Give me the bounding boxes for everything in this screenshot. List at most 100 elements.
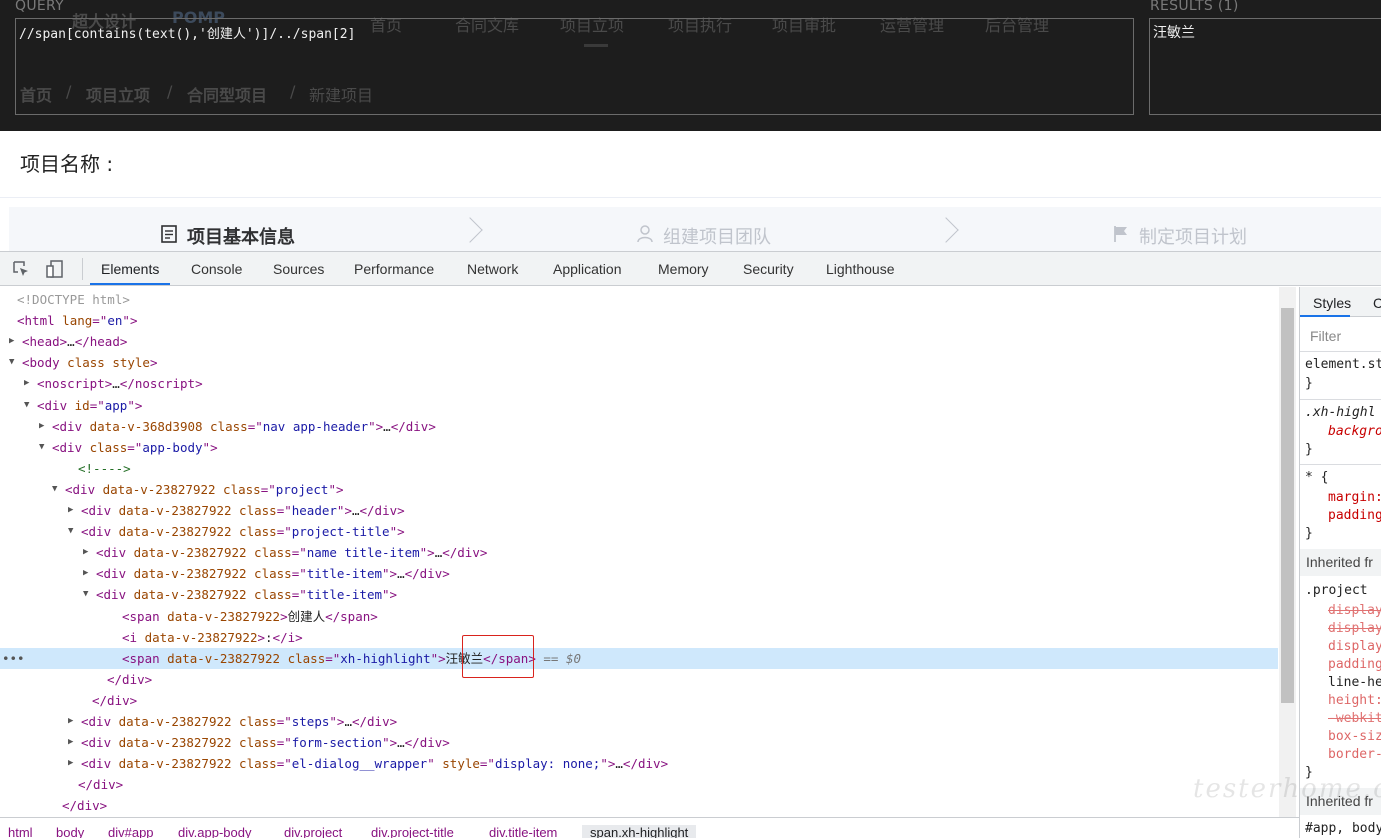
dom-node-text: <div data-v-23827922 class="project-titl… xyxy=(81,524,405,540)
expand-toggle-icon[interactable]: ▶ xyxy=(9,331,21,352)
expand-toggle-icon[interactable]: ▶ xyxy=(83,542,95,563)
dom-node-text: </div> xyxy=(107,671,153,687)
xpath-helper-overlay: 超大设计 POMP 首页 合同文库 项目立项 项目执行 项目审批 运营管理 后台… xyxy=(0,0,1381,131)
dom-node-line[interactable]: </div> xyxy=(0,690,1278,711)
style-property: height: xyxy=(1328,693,1381,708)
tab-performance[interactable]: Performance xyxy=(343,252,445,285)
expand-toggle-icon[interactable]: ▼ xyxy=(9,352,21,373)
dom-node-text: <div data-v-23827922 class="steps">…</di… xyxy=(81,714,398,729)
tab-lighthouse[interactable]: Lighthouse xyxy=(815,252,906,285)
dom-node-line[interactable]: </div> xyxy=(0,795,1278,816)
dom-node-text: <body class style> xyxy=(22,355,158,371)
breadcrumb-item[interactable]: span.xh-highlight xyxy=(582,825,697,838)
breadcrumb-item[interactable]: html xyxy=(8,825,33,838)
dom-node-line[interactable]: ▼ <body class style> xyxy=(0,352,1278,373)
expand-toggle-icon[interactable]: ▶ xyxy=(24,373,36,394)
tab-computed[interactable]: C xyxy=(1373,295,1381,311)
style-property: border- xyxy=(1328,747,1381,762)
step-label: 制定项目计划 xyxy=(1139,227,1247,248)
breadcrumb-item[interactable]: div.project xyxy=(284,825,342,838)
device-toolbar-icon[interactable] xyxy=(46,260,64,278)
style-property: box-siz xyxy=(1328,729,1381,744)
inherited-from-header: Inherited fr xyxy=(1300,549,1381,576)
style-property: backgro xyxy=(1328,424,1381,439)
divider xyxy=(1300,351,1381,352)
dom-node-text: </div> xyxy=(78,777,124,793)
dom-node-text: <head>…</head> xyxy=(22,334,128,350)
dom-node-line[interactable]: ▼ <div id="app"> xyxy=(0,395,1278,416)
tab-sources[interactable]: Sources xyxy=(262,252,335,285)
dom-node-line[interactable]: ▶ <div data-v-23827922 class="steps">…</d… xyxy=(0,711,1278,732)
expand-toggle-icon[interactable]: ▼ xyxy=(83,584,95,605)
dom-node-text: <div id="app"> xyxy=(37,397,143,413)
dom-node-line[interactable]: ▶ <div data-v-23827922 class="name title-… xyxy=(0,542,1278,563)
tab-application[interactable]: Application xyxy=(542,252,633,285)
dom-node-line[interactable]: <span data-v-23827922>创建人</span> xyxy=(0,606,1278,627)
devtools-tabbar: Elements Console Sources Performance Net… xyxy=(0,252,1381,286)
flag-icon xyxy=(1113,225,1129,248)
dom-node-text: <div data-v-23827922 class="title-item"> xyxy=(96,587,398,603)
dom-node-line[interactable]: <span data-v-23827922 class="xh-highligh… xyxy=(0,647,1278,669)
dom-node-line[interactable]: ▼ <div data-v-23827922 class="title-item"… xyxy=(0,584,1278,605)
breadcrumb-item[interactable]: body xyxy=(56,825,84,838)
tab-console[interactable]: Console xyxy=(180,252,253,285)
breadcrumb-item[interactable]: div.app-body xyxy=(178,825,251,838)
dom-tree: <!DOCTYPE html> <html lang="en"> ▶ <head>…<… xyxy=(0,287,1280,817)
expand-toggle-icon[interactable]: ▼ xyxy=(68,521,80,542)
breadcrumb-item[interactable]: div.project-title xyxy=(371,825,454,838)
expand-toggle-icon[interactable]: ▶ xyxy=(83,563,95,584)
expand-toggle-icon[interactable]: ▶ xyxy=(68,500,80,521)
tab-memory[interactable]: Memory xyxy=(647,252,720,285)
dom-node-line[interactable]: ▼ <div class="app-body"> xyxy=(0,437,1278,458)
active-tab-indicator xyxy=(1300,315,1350,317)
dom-node-text: <!----> xyxy=(78,460,131,476)
inspect-element-icon[interactable] xyxy=(12,260,30,278)
dom-node-text: <i data-v-23827922>:</i> xyxy=(122,629,303,645)
tab-network[interactable]: Network xyxy=(456,252,529,285)
dom-node-line[interactable]: ▶ <head>…</head> xyxy=(0,331,1278,352)
style-selector: element.st xyxy=(1305,357,1381,372)
expand-toggle-icon[interactable]: ▶ xyxy=(39,416,51,437)
dom-node-line[interactable]: </div> xyxy=(0,774,1278,795)
expand-toggle-icon[interactable]: ▼ xyxy=(52,479,64,500)
dom-node-text: <html lang="en"> xyxy=(17,313,138,329)
project-name-label: 项目名称 : xyxy=(20,152,114,176)
dom-node-line[interactable]: <!DOCTYPE html> xyxy=(0,289,1278,310)
dom-node-line[interactable]: <!----> xyxy=(0,458,1278,479)
expand-toggle-icon[interactable]: ▼ xyxy=(24,395,36,416)
styles-filter-input[interactable]: Filter xyxy=(1310,328,1341,344)
expand-toggle-icon[interactable]: ▼ xyxy=(39,437,51,458)
step-build-team[interactable]: 组建项目团队 xyxy=(637,223,771,249)
breadcrumb-item[interactable]: div#app xyxy=(108,825,154,838)
document-icon xyxy=(161,224,177,248)
tab-styles[interactable]: Styles xyxy=(1313,295,1351,311)
scrollbar-thumb[interactable] xyxy=(1281,308,1294,703)
dom-node-line[interactable]: ▶ <div data-v-23827922 class="header">…</… xyxy=(0,500,1278,521)
style-property: display xyxy=(1328,639,1381,654)
dom-node-line[interactable]: <i data-v-23827922>:</i> xyxy=(0,627,1278,648)
dom-node-line[interactable]: ▶ <noscript>…</noscript> xyxy=(0,373,1278,394)
breadcrumb-item[interactable]: div.title-item xyxy=(489,825,557,838)
dom-node-line[interactable]: <html lang="en"> xyxy=(0,310,1278,331)
dom-node-line[interactable]: ▼ <div data-v-23827922 class="project-tit… xyxy=(0,521,1278,542)
tab-elements[interactable]: Elements xyxy=(90,252,171,285)
more-actions-icon[interactable]: ••• xyxy=(2,648,25,669)
expand-toggle-icon[interactable]: ▶ xyxy=(68,711,80,732)
tab-security[interactable]: Security xyxy=(732,252,805,285)
steps-bar: 项目基本信息 组建项目团队 制定项目计划 xyxy=(9,207,1381,251)
dom-node-line[interactable]: ▼ <div data-v-23827922 class="project"> xyxy=(0,479,1278,500)
results-label: RESULTS (1) xyxy=(1150,0,1239,14)
step-basic-info[interactable]: 项目基本信息 xyxy=(161,223,295,249)
dom-node-line[interactable]: ▶ <div data-v-23827922 class="title-item"… xyxy=(0,563,1278,584)
dom-node-text: <div data-v-23827922 class="form-section… xyxy=(81,735,450,751)
query-label: QUERY xyxy=(15,0,64,14)
expand-toggle-icon[interactable]: ▶ xyxy=(68,732,80,753)
dom-node-line[interactable]: ▶ <div data-v-368d3908 class="nav app-hea… xyxy=(0,416,1278,437)
expand-toggle-icon[interactable]: ▶ xyxy=(68,753,80,774)
query-input[interactable]: //span[contains(text(),'创建人')]/../span[2… xyxy=(15,18,1134,115)
dom-node-line[interactable]: ▶ <div data-v-23827922 class="el-dialog__… xyxy=(0,753,1278,774)
dom-node-line[interactable]: ▶ <div data-v-23827922 class="form-sectio… xyxy=(0,732,1278,753)
results-box[interactable]: 汪敏兰 xyxy=(1149,18,1381,115)
step-make-plan[interactable]: 制定项目计划 xyxy=(1113,223,1247,249)
dom-node-line[interactable]: </div> xyxy=(0,669,1278,690)
